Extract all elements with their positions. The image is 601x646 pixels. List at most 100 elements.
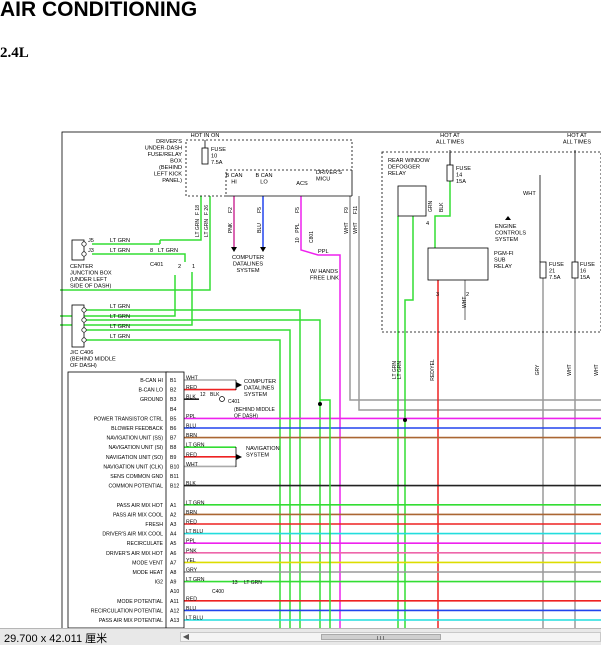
connector-wire-label: PNK — [186, 548, 197, 554]
fuse-10-label: 7.5A — [211, 160, 223, 166]
computer-datalines-bottom-label: COMPUTER — [244, 379, 276, 385]
connector-pin — [81, 337, 87, 343]
connector-row-label: B-CAN HI — [140, 378, 163, 384]
vertical-wire-label: GRY — [535, 364, 541, 375]
connector-row-label: RECIRCULATION POTENTIAL — [91, 608, 163, 614]
connector-wire-label: BLU — [186, 424, 196, 430]
c401b-sub: OF DASH) — [234, 414, 258, 420]
connector-row-label: GROUND — [140, 397, 163, 403]
fuse-21-label: 7.5A — [549, 275, 561, 281]
splice-num: 2 — [178, 264, 181, 270]
connector-pin-label: A10 — [170, 589, 179, 595]
c400-pin: 13 — [232, 580, 238, 586]
connector-wire-label: PPL — [186, 539, 196, 545]
horizontal-scrollbar[interactable]: ◀ — [180, 632, 601, 642]
connector-row-label: POWER TRANSISTOR CTRL — [94, 416, 163, 422]
handsfree-label: FREE LINK — [310, 276, 339, 282]
connector-pin-label: A6 — [170, 551, 176, 557]
wire-jb-2 — [92, 253, 186, 262]
connector-pin-label: A9 — [170, 580, 176, 586]
pgm-wire: WHT — [462, 297, 468, 308]
hot-in-on-label: HOT IN ON — [191, 133, 220, 139]
center-jb-label: SIDE OF DASH) — [70, 284, 111, 290]
connector-row-label: FRESH — [145, 522, 163, 528]
fuse-21-label: FUSE — [549, 262, 564, 268]
connector-pin-label: B8 — [170, 445, 176, 451]
engine-controls-label: SYSTEM — [495, 237, 518, 243]
center-jb-label: (UNDER LEFT — [70, 277, 108, 283]
connector-row-label: SENS COMMON GND — [110, 474, 163, 480]
micu-wire-label: LT GRN — [204, 219, 210, 237]
wiring-diagram: HOT IN ON HOT ATALL TIMESHOT ATALL TIMESD… — [60, 131, 601, 628]
computer-datalines-label: COMPUTER — [232, 255, 264, 261]
center-jb-wire: LT GRN — [110, 238, 130, 244]
scroll-left-icon[interactable]: ◀ — [180, 631, 192, 643]
drivers-box-label: UNDER-DASH — [145, 146, 182, 152]
connector-pin — [81, 317, 87, 323]
center-jb-conn: C401 — [150, 262, 163, 268]
status-bar: 29.700 x 42.011 厘米 ◀ — [0, 628, 601, 645]
connector-row-label: PASS AIR MIX HOT — [117, 503, 164, 509]
micu-label: DRIVER'S — [316, 170, 342, 176]
connector-row-label: NAVIGATION UNIT (CLK) — [103, 464, 163, 470]
connector-pin-label: B7 — [170, 436, 176, 442]
connector-pin — [81, 307, 87, 313]
arrow-icon — [236, 382, 242, 388]
connector-pin-label: A7 — [170, 560, 176, 566]
micu-bcan-hi: HI — [231, 180, 237, 186]
connector-pin-label: A1 — [170, 503, 176, 509]
connector-wire-label: PPL — [186, 414, 196, 420]
connector-row-label: PASS AIR MIX POTENTIAL — [99, 618, 163, 624]
vertical-wire-label: WHT — [594, 364, 600, 375]
hot-at-all-times-label: HOT AT — [440, 133, 460, 139]
scrollbar-thumb[interactable] — [321, 634, 441, 640]
connector-wire-label: RED — [186, 520, 197, 526]
wire-wht-1 — [349, 196, 601, 401]
connector-wire-label: LT BLU — [186, 616, 203, 622]
connector-wire-label: WHT — [186, 376, 199, 382]
connector-pin-label: A13 — [170, 618, 179, 624]
c401b-sub: (BEHIND MIDDLE — [234, 407, 276, 413]
connector-row-label: B-CAN LO — [138, 388, 163, 394]
connector-pin-label: A4 — [170, 532, 176, 538]
connector-pin-label: B6 — [170, 426, 176, 432]
micu-bcan-hi: B CAN — [225, 173, 242, 179]
connector-pin-label: B12 — [170, 484, 179, 490]
jc-c406-label: J/C C406 — [70, 350, 93, 356]
connector-row-label: NAVIGATION UNIT (SO) — [106, 455, 163, 461]
rear-relay-box — [381, 151, 601, 333]
connector-pin — [81, 327, 87, 333]
connector-row-label: NAVIGATION UNIT (SI) — [109, 445, 164, 451]
rear-relay-wire: GRN — [428, 201, 434, 213]
center-jb-label: CENTER — [70, 264, 93, 270]
connector-pin — [81, 251, 87, 257]
connector-pin-label: A5 — [170, 541, 176, 547]
jc-c406-label: OF DASH) — [70, 363, 97, 369]
pgm-pin: 3 — [436, 292, 439, 298]
arrow-icon — [236, 454, 242, 460]
hot-at-all-times-label: ALL TIMES — [436, 140, 465, 146]
connector-pin-label: B3 — [170, 397, 176, 403]
connector-wire-label: GRY — [186, 568, 198, 574]
engine-controls-label: ENGINE — [495, 224, 517, 230]
computer-datalines-bottom-label: SYSTEM — [244, 392, 267, 398]
connector-pin-label: A3 — [170, 522, 176, 528]
connector-wire-label: WHT — [186, 462, 199, 468]
connector-pin — [81, 241, 87, 247]
connector-wire-label: RED — [186, 596, 197, 602]
rear-defogger-relay — [397, 185, 427, 217]
fuse-16-label: 16 — [580, 269, 586, 275]
center-jb-label: JUNCTION BOX — [70, 271, 112, 277]
drivers-box-label: (BEHIND — [159, 165, 182, 171]
connector-wire-label: LT BLU — [186, 529, 203, 535]
connector-pin-label: B1 — [170, 378, 176, 384]
hot-at-all-times-label: ALL TIMES — [563, 140, 592, 146]
connector-pin-label: A12 — [170, 608, 179, 614]
vertical-wire-label: WHT — [567, 364, 573, 375]
drivers-box-label: PANEL) — [162, 178, 182, 184]
fuse-21 — [539, 261, 547, 279]
center-jb-wire: LT GRN — [158, 248, 178, 254]
rear-relay-wire: BLK — [439, 202, 445, 212]
connector-pin-label: A11 — [170, 599, 179, 605]
fuse-16-label: 15A — [580, 275, 590, 281]
